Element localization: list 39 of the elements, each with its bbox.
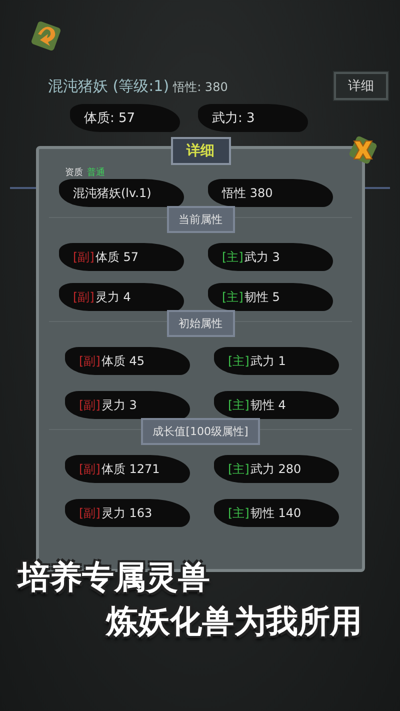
stat-tag: [主] — [228, 504, 250, 522]
stat-strip: 体质: 57 — [70, 104, 180, 132]
stat-tag: [主] — [228, 396, 250, 414]
stat-tag: [副] — [79, 396, 100, 414]
insight-text: 悟性: 380 — [173, 78, 228, 96]
grade-value: 普通 — [87, 166, 105, 179]
section-title: 初始属性 — [166, 310, 234, 337]
stat-tag: [副] — [79, 352, 100, 370]
section-title: 成长值[100级属性] — [140, 418, 260, 445]
promo-caption: 培养专属灵兽 — [18, 557, 210, 598]
stat-tag: [主] — [222, 288, 244, 306]
grade-label: 资质 — [65, 166, 83, 179]
stat-tag: [主] — [222, 248, 244, 266]
info-strip: 悟性 380 — [208, 179, 333, 207]
stat-tag: [主] — [228, 460, 250, 478]
panel-title: 详细 — [170, 137, 230, 165]
promo-caption: 炼妖化兽为我所用 — [106, 601, 362, 642]
info-strip: 混沌猪妖(lv.1) — [59, 179, 184, 207]
stat-text: 韧性 140 — [250, 504, 302, 522]
stat-text: 灵力 163 — [101, 504, 152, 522]
stat-tag: [副] — [79, 460, 100, 478]
stat-tag: [副] — [73, 288, 94, 306]
stat-text: 灵力 3 — [101, 396, 137, 414]
stat-tag: [主] — [228, 352, 250, 370]
section-title: 当前属性 — [166, 206, 234, 233]
stat-text: 体质 1271 — [101, 460, 160, 478]
stat-text: 韧性 5 — [244, 288, 280, 306]
stat-text: 韧性 4 — [250, 396, 286, 414]
stat-tag: [副] — [73, 248, 94, 266]
detail-button[interactable]: 详细 — [334, 72, 388, 100]
stat-strip: 武力: 3 — [198, 104, 308, 132]
stat-text: 体质 57 — [95, 248, 138, 266]
stat-tag: [副] — [79, 504, 100, 522]
stat-text: 武力 280 — [250, 460, 302, 478]
stat-text: 武力 1 — [250, 352, 286, 370]
stat-text: 灵力 4 — [95, 288, 131, 306]
stat-text: 体质 45 — [101, 352, 144, 370]
stat-text: 武力 3 — [244, 248, 280, 266]
pet-title: 混沌猪妖 (等级:1) — [48, 76, 170, 96]
